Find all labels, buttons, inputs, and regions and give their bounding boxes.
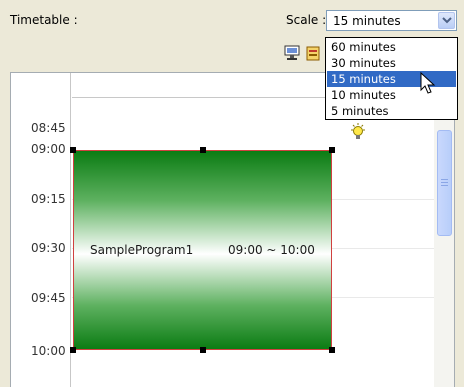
- resize-handle[interactable]: [200, 347, 206, 353]
- scale-option-10[interactable]: 10 minutes: [327, 87, 456, 103]
- time-label: 09:00: [31, 142, 66, 156]
- program-time-range: 09:00 ~ 10:00: [228, 243, 315, 257]
- view-icon[interactable]: [284, 45, 300, 61]
- mouse-cursor-icon: [420, 72, 436, 94]
- scale-options-list[interactable]: 60 minutes 30 minutes 15 minutes 10 minu…: [325, 37, 458, 120]
- scale-option-15[interactable]: 15 minutes: [327, 71, 456, 87]
- time-label: 09:45: [31, 291, 66, 305]
- timetable-label: Timetable :: [10, 13, 78, 27]
- scale-option-60[interactable]: 60 minutes: [327, 39, 456, 55]
- chevron-down-icon: [442, 17, 452, 24]
- scale-option-30[interactable]: 30 minutes: [327, 55, 456, 71]
- time-column: 08:45 09:00 09:15 09:30 09:45 10:00: [11, 73, 71, 387]
- time-label: 10:00: [31, 344, 66, 358]
- scale-option-5[interactable]: 5 minutes: [327, 103, 456, 119]
- dropdown-button[interactable]: [438, 12, 455, 29]
- time-label: 09:15: [31, 192, 66, 206]
- resize-handle[interactable]: [329, 147, 335, 153]
- resize-handle[interactable]: [200, 147, 206, 153]
- scrollbar-thumb[interactable]: [437, 130, 452, 236]
- schedule-icon[interactable]: [306, 45, 322, 61]
- resize-handle[interactable]: [70, 347, 76, 353]
- scale-label: Scale :: [286, 13, 327, 27]
- program-name: SampleProgram1: [90, 243, 194, 257]
- time-label: 09:30: [31, 241, 66, 255]
- resize-handle[interactable]: [70, 147, 76, 153]
- time-label: 08:45: [31, 121, 66, 135]
- lightbulb-icon[interactable]: [350, 123, 366, 141]
- scrollbar-grip: [441, 179, 448, 180]
- scrollbar-grip: [441, 185, 448, 186]
- scale-dropdown[interactable]: 15 minutes: [326, 10, 457, 31]
- scale-selected-value: 15 minutes: [333, 14, 401, 28]
- scrollbar-grip: [441, 182, 448, 183]
- resize-handle[interactable]: [329, 347, 335, 353]
